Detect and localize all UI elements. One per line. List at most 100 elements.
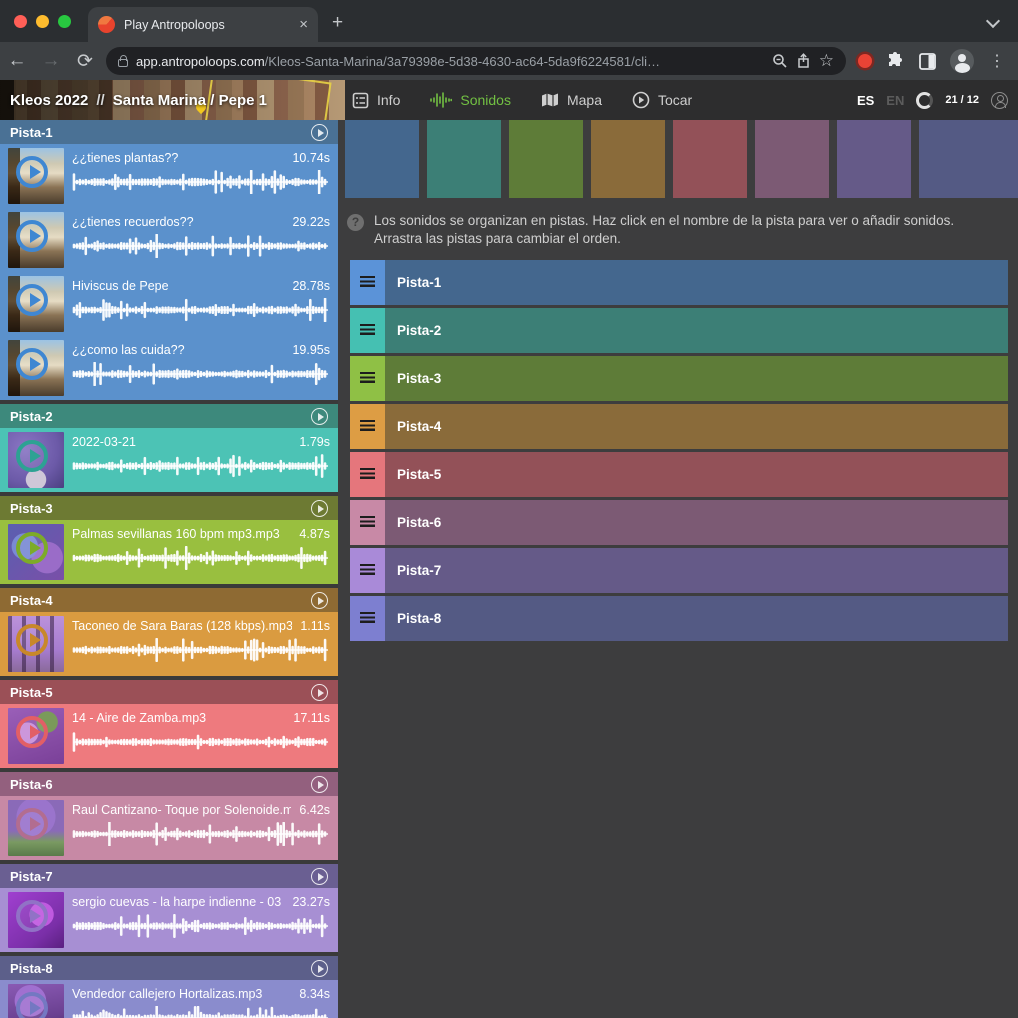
extensions-puzzle-icon[interactable] bbox=[885, 51, 905, 71]
browser-profile-avatar[interactable] bbox=[950, 49, 974, 73]
track-play-button[interactable] bbox=[311, 592, 328, 609]
drag-handle[interactable] bbox=[350, 308, 385, 353]
track-play-button[interactable] bbox=[311, 500, 328, 517]
drag-handle[interactable] bbox=[350, 596, 385, 641]
clip-title: Vendedor callejero Hortalizas.mp3 bbox=[72, 987, 262, 1001]
breadcrumb-separator: // bbox=[96, 92, 104, 109]
track-play-button[interactable] bbox=[311, 960, 328, 977]
macos-minimize-button[interactable] bbox=[36, 15, 49, 28]
recorder-extension-icon[interactable] bbox=[858, 54, 872, 68]
track-header[interactable]: Pista-6 bbox=[0, 772, 338, 796]
audio-clip[interactable]: Palmas sevillanas 160 bpm mp3.mp34.87s bbox=[0, 520, 338, 584]
browser-menu-kebab-icon[interactable]: ⋮ bbox=[989, 51, 1005, 71]
zoom-out-icon[interactable] bbox=[772, 53, 788, 69]
nav-item-sonidos[interactable]: Sonidos bbox=[430, 92, 511, 108]
track-header[interactable]: Pista-5 bbox=[0, 680, 338, 704]
side-panel-icon[interactable] bbox=[918, 52, 937, 71]
audio-clip[interactable]: sergio cuevas - la harpe indienne - 03 -… bbox=[0, 888, 338, 952]
clip-thumbnail[interactable] bbox=[8, 212, 64, 268]
track-row[interactable]: Pista-5 bbox=[350, 452, 1008, 497]
clip-title: Raul Cantizano- Toque por Solenoide.mp3 bbox=[72, 803, 291, 817]
clip-thumbnail[interactable] bbox=[8, 800, 64, 856]
track-play-button[interactable] bbox=[311, 408, 328, 425]
drag-handle[interactable] bbox=[350, 548, 385, 593]
nav-item-info[interactable]: Info bbox=[352, 92, 400, 109]
macos-zoom-button[interactable] bbox=[58, 15, 71, 28]
track-name: Pista-6 bbox=[10, 777, 311, 792]
clip-thumbnail[interactable] bbox=[8, 148, 64, 204]
tab-search-chevron-icon[interactable] bbox=[988, 16, 998, 26]
reload-button[interactable]: ⟳ bbox=[68, 50, 102, 73]
back-button[interactable]: ← bbox=[0, 50, 34, 72]
antropoloops-favicon-icon bbox=[98, 16, 115, 33]
track-bar[interactable]: Pista-6 bbox=[385, 500, 1008, 545]
track-bar[interactable]: Pista-3 bbox=[385, 356, 1008, 401]
track-play-button[interactable] bbox=[311, 868, 328, 885]
track-play-button[interactable] bbox=[311, 124, 328, 141]
track-section: Pista-1¿¿tienes plantas??10.74s ¿¿tienes… bbox=[0, 120, 338, 400]
track-header[interactable]: Pista-3 bbox=[0, 496, 338, 520]
clip-thumbnail[interactable] bbox=[8, 892, 64, 948]
clip-body: sergio cuevas - la harpe indienne - 03 -… bbox=[72, 892, 330, 948]
track-play-button[interactable] bbox=[311, 776, 328, 793]
track-row[interactable]: Pista-8 bbox=[350, 596, 1008, 641]
track-row[interactable]: Pista-2 bbox=[350, 308, 1008, 353]
language-toggle-en[interactable]: EN bbox=[886, 93, 904, 108]
track-bar[interactable]: Pista-8 bbox=[385, 596, 1008, 641]
lock-icon[interactable] bbox=[118, 59, 128, 67]
track-header[interactable]: Pista-4 bbox=[0, 588, 338, 612]
audio-clip[interactable]: Hiviscus de Pepe28.78s bbox=[0, 272, 338, 336]
track-play-button[interactable] bbox=[311, 684, 328, 701]
audio-clip[interactable]: Raul Cantizano- Toque por Solenoide.mp36… bbox=[0, 796, 338, 860]
bookmark-star-icon[interactable]: ☆ bbox=[819, 51, 834, 71]
clip-thumbnail[interactable] bbox=[8, 708, 64, 764]
track-section: Pista-514 - Aire de Zamba.mp317.11s bbox=[0, 680, 338, 768]
share-icon[interactable] bbox=[796, 53, 811, 69]
audio-clip[interactable]: Vendedor callejero Hortalizas.mp38.34s bbox=[0, 980, 338, 1018]
clip-duration: 4.87s bbox=[299, 527, 330, 541]
macos-close-button[interactable] bbox=[14, 15, 27, 28]
track-header[interactable]: Pista-2 bbox=[0, 404, 338, 428]
audio-clip[interactable]: Taconeo de Sara Baras (128 kbps).mp31.11… bbox=[0, 612, 338, 676]
drag-handle[interactable] bbox=[350, 404, 385, 449]
audio-clip[interactable]: ¿¿tienes plantas??10.74s bbox=[0, 144, 338, 208]
clip-thumbnail[interactable] bbox=[8, 524, 64, 580]
clip-thumbnail[interactable] bbox=[8, 984, 64, 1018]
drag-handle[interactable] bbox=[350, 260, 385, 305]
track-bar[interactable]: Pista-4 bbox=[385, 404, 1008, 449]
track-row[interactable]: Pista-4 bbox=[350, 404, 1008, 449]
audio-clip[interactable]: 14 - Aire de Zamba.mp317.11s bbox=[0, 704, 338, 768]
account-icon[interactable] bbox=[991, 92, 1008, 109]
language-toggle-es[interactable]: ES bbox=[857, 93, 874, 108]
clip-thumbnail[interactable] bbox=[8, 432, 64, 488]
nav-item-mapa[interactable]: Mapa bbox=[541, 92, 602, 108]
track-row[interactable]: Pista-6 bbox=[350, 500, 1008, 545]
new-tab-button[interactable]: + bbox=[332, 13, 343, 32]
audio-clip[interactable]: ¿¿como las cuida??19.95s bbox=[0, 336, 338, 400]
audio-clip[interactable]: 2022-03-211.79s bbox=[0, 428, 338, 492]
track-header[interactable]: Pista-7 bbox=[0, 864, 338, 888]
track-row[interactable]: Pista-3 bbox=[350, 356, 1008, 401]
track-bar[interactable]: Pista-7 bbox=[385, 548, 1008, 593]
drag-handle[interactable] bbox=[350, 500, 385, 545]
tracks-sidebar: Pista-1¿¿tienes plantas??10.74s ¿¿tienes… bbox=[0, 120, 338, 1018]
url-bar[interactable]: app.antropoloops.com/Kleos-Santa-Marina/… bbox=[106, 47, 846, 75]
clip-thumbnail[interactable] bbox=[8, 616, 64, 672]
track-bar[interactable]: Pista-2 bbox=[385, 308, 1008, 353]
track-row[interactable]: Pista-1 bbox=[350, 260, 1008, 305]
track-bar[interactable]: Pista-1 bbox=[385, 260, 1008, 305]
track-bar[interactable]: Pista-5 bbox=[385, 452, 1008, 497]
drag-handle[interactable] bbox=[350, 356, 385, 401]
clip-thumbnail[interactable] bbox=[8, 340, 64, 396]
drag-handle[interactable] bbox=[350, 452, 385, 497]
track-header[interactable]: Pista-8 bbox=[0, 956, 338, 980]
browser-tab[interactable]: Play Antropoloops × bbox=[88, 7, 318, 42]
track-bar-label: Pista-1 bbox=[397, 275, 441, 290]
nav-item-tocar[interactable]: Tocar bbox=[632, 91, 692, 109]
audio-clip[interactable]: ¿¿tienes recuerdos??29.22s bbox=[0, 208, 338, 272]
nav-label-info: Info bbox=[377, 92, 400, 108]
clip-thumbnail[interactable] bbox=[8, 276, 64, 332]
tab-close-icon[interactable]: × bbox=[299, 17, 308, 32]
track-header[interactable]: Pista-1 bbox=[0, 120, 338, 144]
track-row[interactable]: Pista-7 bbox=[350, 548, 1008, 593]
